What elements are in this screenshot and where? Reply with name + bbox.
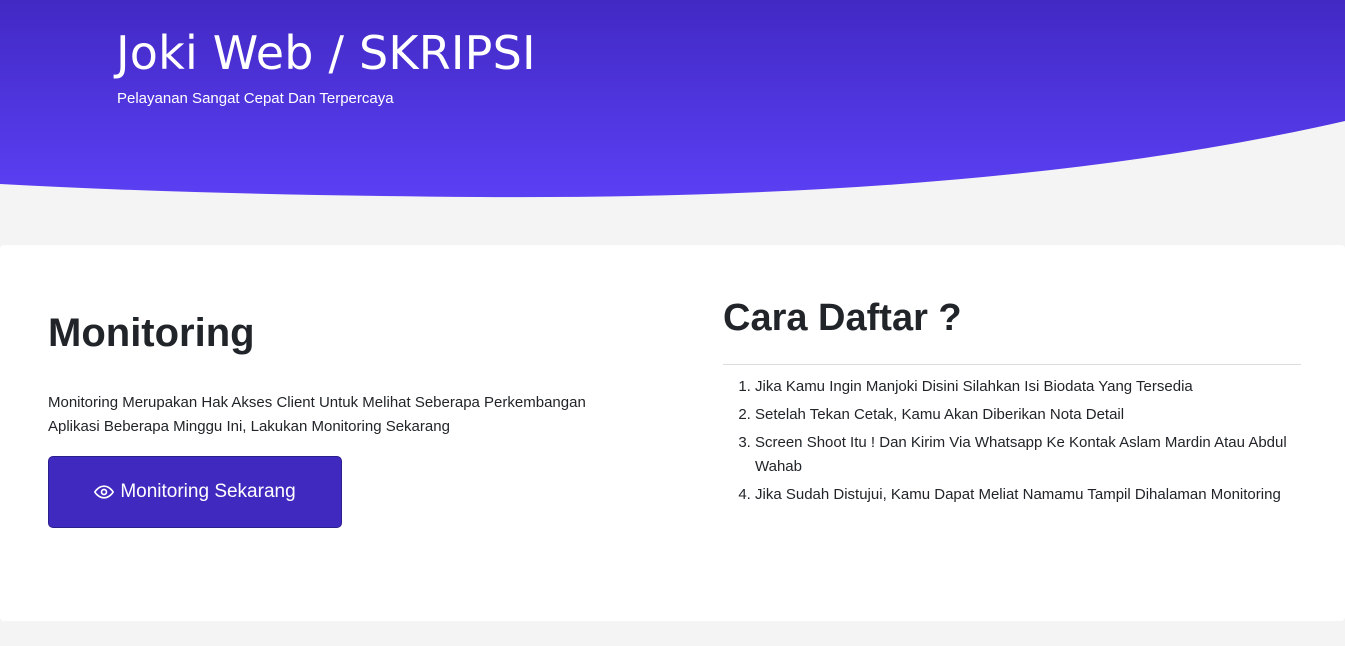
content-card: Monitoring Monitoring Merupakan Hak Akse… xyxy=(0,245,1345,621)
page: Joki Web / SKRIPSI Pelayanan Sangat Cepa… xyxy=(0,0,1345,646)
hero-banner: Joki Web / SKRIPSI Pelayanan Sangat Cepa… xyxy=(0,0,1345,200)
register-steps-list: Jika Kamu Ingin Manjoki Disini Silahkan … xyxy=(723,375,1300,507)
monitoring-now-button[interactable]: Monitoring Sekarang xyxy=(48,456,342,528)
register-step: Jika Sudah Distujui, Kamu Dapat Meliat N… xyxy=(755,483,1300,507)
site-tagline: Pelayanan Sangat Cepat Dan Terpercaya xyxy=(117,90,394,107)
monitoring-section: Monitoring Monitoring Merupakan Hak Akse… xyxy=(48,311,648,528)
register-title: Cara Daftar ? xyxy=(723,297,962,339)
site-title: Joki Web / SKRIPSI xyxy=(116,26,536,80)
monitoring-description: Monitoring Merupakan Hak Akses Client Un… xyxy=(48,394,586,435)
register-step: Setelah Tekan Cetak, Kamu Akan Diberikan… xyxy=(755,403,1300,427)
eye-icon xyxy=(94,482,115,502)
divider xyxy=(723,364,1301,365)
monitoring-now-button-label: Monitoring Sekarang xyxy=(120,481,296,502)
register-step: Jika Kamu Ingin Manjoki Disini Silahkan … xyxy=(755,375,1300,399)
monitoring-title: Monitoring xyxy=(48,311,255,355)
register-section: Cara Daftar ? Jika Kamu Ingin Manjoki Di… xyxy=(723,297,1301,511)
register-step: Screen Shoot Itu ! Dan Kirim Via Whatsap… xyxy=(755,431,1300,479)
